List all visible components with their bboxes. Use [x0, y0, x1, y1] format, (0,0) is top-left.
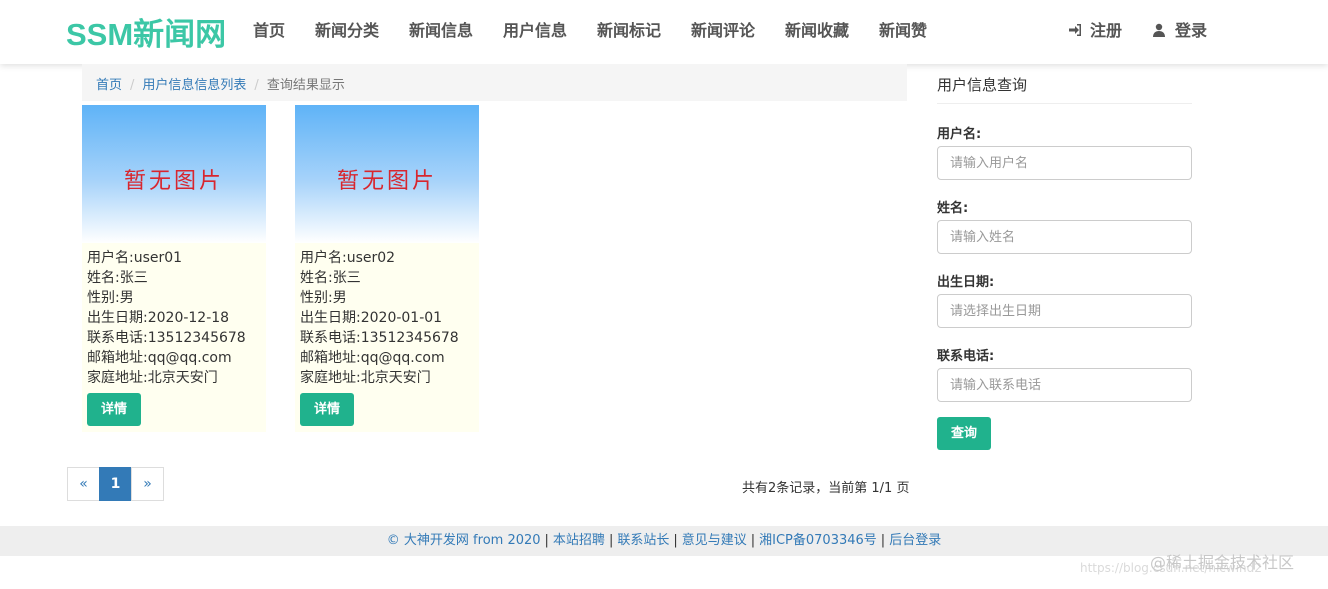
- user-card: 暂无图片 用户名:user01 姓名:张三 性别:男 出生日期:2020-12-…: [82, 105, 266, 432]
- footer-divider: |: [673, 533, 678, 548]
- name-input[interactable]: [937, 220, 1192, 254]
- login-link[interactable]: 登录: [1153, 17, 1207, 41]
- footer-divider: |: [544, 533, 549, 548]
- pagination-info: 共有2条记录，当前第 1/1 页: [742, 481, 910, 496]
- footer-link-recruit[interactable]: 本站招聘: [553, 533, 605, 548]
- phone-input[interactable]: [937, 368, 1192, 402]
- register-label: 注册: [1090, 21, 1123, 40]
- card-details: 用户名:user01 姓名:张三 性别:男 出生日期:2020-12-18 联系…: [82, 243, 266, 388]
- card-name: 姓名:张三: [300, 270, 361, 286]
- footer-link-icp[interactable]: 湘ICP备0703346号: [759, 533, 877, 548]
- nav-item-news-favorite[interactable]: 新闻收藏: [785, 17, 849, 41]
- top-navbar: SSM新闻网 首页 新闻分类 新闻信息 用户信息 新闻标记 新闻评论 新闻收藏 …: [0, 0, 1328, 64]
- nav-item-news-comment[interactable]: 新闻评论: [691, 17, 755, 41]
- footer-divider: |: [608, 533, 614, 548]
- query-button[interactable]: 查询: [937, 417, 991, 450]
- username-input[interactable]: [937, 146, 1192, 180]
- pagination: « 1 »: [67, 467, 164, 501]
- card-address: 家庭地址:北京天安门: [87, 370, 218, 386]
- breadcrumb: 首页 / 用户信息信息列表 / 查询结果显示: [82, 64, 907, 101]
- breadcrumb-home[interactable]: 首页: [96, 78, 122, 93]
- user-icon: [1153, 22, 1167, 37]
- search-panel-title: 用户信息查询: [937, 74, 1192, 104]
- register-link[interactable]: 注册: [1068, 17, 1122, 41]
- sign-in-icon: [1068, 22, 1082, 36]
- card-phone: 联系电话:13512345678: [87, 330, 246, 346]
- card-image-placeholder: 暂无图片: [295, 105, 479, 243]
- card-details: 用户名:user02 姓名:张三 性别:男 出生日期:2020-01-01 联系…: [295, 243, 479, 388]
- nav-item-news-like[interactable]: 新闻赞: [879, 17, 927, 41]
- name-label: 姓名:: [937, 201, 969, 216]
- nav-item-home[interactable]: 首页: [253, 17, 285, 41]
- card-email: 邮箱地址:qq@qq.com: [87, 350, 232, 366]
- user-card: 暂无图片 用户名:user02 姓名:张三 性别:男 出生日期:2020-01-…: [295, 105, 479, 432]
- breadcrumb-separator: /: [254, 78, 259, 93]
- breadcrumb-current: 查询结果显示: [266, 78, 345, 93]
- card-birthdate: 出生日期:2020-12-18: [87, 310, 230, 326]
- login-label: 登录: [1175, 21, 1208, 40]
- nav-item-user-info[interactable]: 用户信息: [503, 17, 567, 41]
- pagination-next[interactable]: »: [131, 467, 164, 501]
- footer-link-feedback[interactable]: 意见与建议: [682, 533, 747, 548]
- footer-copyright-link[interactable]: © 大神开发网 from 2020: [387, 533, 541, 548]
- footer-link-contact[interactable]: 联系站长: [617, 533, 669, 548]
- card-name: 姓名:张三: [87, 270, 148, 286]
- watermark: @稀土掘金技术社区: [1150, 553, 1295, 572]
- birthdate-label: 出生日期:: [937, 275, 995, 290]
- detail-button[interactable]: 详情: [87, 393, 141, 426]
- breadcrumb-separator: /: [130, 78, 135, 93]
- card-birthdate: 出生日期:2020-01-01: [300, 310, 443, 326]
- nav-item-news-tag[interactable]: 新闻标记: [597, 17, 661, 41]
- card-phone: 联系电话:13512345678: [300, 330, 459, 346]
- card-image-placeholder: 暂无图片: [82, 105, 266, 243]
- nav-item-news-category[interactable]: 新闻分类: [315, 17, 379, 41]
- pagination-page-1[interactable]: 1: [99, 467, 132, 501]
- no-image-text: 暂无图片: [123, 169, 224, 194]
- birthdate-input[interactable]: [937, 294, 1192, 328]
- card-gender: 性别:男: [300, 290, 347, 306]
- breadcrumb-user-list[interactable]: 用户信息信息列表: [142, 78, 246, 93]
- brand-logo[interactable]: SSM新闻网: [66, 9, 226, 54]
- footer: © 大神开发网 from 2020 | 本站招聘 | 联系站长 | 意见与建议 | 湘ICP备0…: [0, 526, 1328, 556]
- footer-divider: |: [750, 533, 756, 548]
- footer-link-admin-login[interactable]: 后台登录: [889, 533, 941, 548]
- pagination-prev[interactable]: «: [67, 467, 100, 501]
- card-address: 家庭地址:北京天安门: [300, 370, 431, 386]
- username-label: 用户名:: [937, 127, 982, 142]
- no-image-text: 暂无图片: [336, 169, 437, 194]
- card-username: 用户名:user02: [300, 250, 396, 266]
- card-gender: 性别:男: [87, 290, 134, 306]
- nav-item-news-info[interactable]: 新闻信息: [409, 17, 473, 41]
- phone-label: 联系电话:: [937, 349, 995, 364]
- detail-button[interactable]: 详情: [300, 393, 354, 426]
- card-username: 用户名:user01: [87, 250, 183, 266]
- card-email: 邮箱地址:qq@qq.com: [300, 350, 445, 366]
- footer-divider: |: [880, 533, 886, 548]
